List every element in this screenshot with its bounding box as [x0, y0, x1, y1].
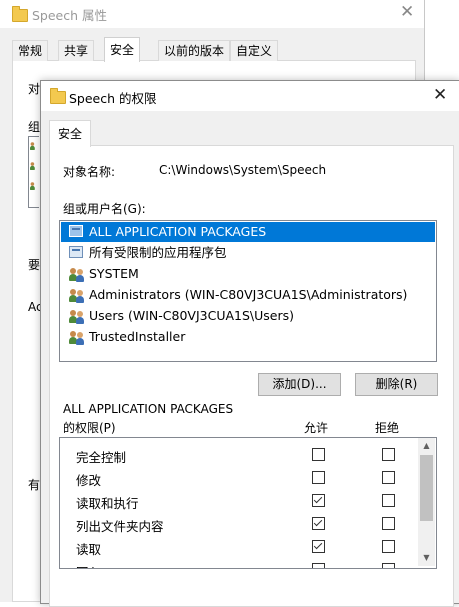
- permissions-dialog: Speech 的权限 ✕ 安全 对象名称: C:\Windows\System\…: [40, 80, 459, 607]
- permission-name: 读取和执行: [76, 496, 139, 511]
- permission-name: 修改: [76, 473, 102, 488]
- object-name-label: 对象名称:: [63, 165, 116, 179]
- permission-row-modify: 修改: [60, 466, 418, 489]
- folder-icon: [12, 6, 28, 22]
- list-item-label: TrustedInstaller: [89, 329, 186, 344]
- permission-row-list-folder: 列出文件夹内容: [60, 512, 418, 535]
- deny-checkbox[interactable]: [382, 563, 395, 568]
- deny-checkbox[interactable]: [382, 471, 395, 484]
- permission-name: 读取: [76, 542, 102, 557]
- group-list-fragment: [28, 136, 39, 208]
- tab-previous-versions[interactable]: 以前的版本: [158, 40, 231, 61]
- list-item-system[interactable]: SYSTEM: [61, 264, 435, 284]
- scroll-down-icon[interactable]: ▼: [418, 550, 435, 566]
- users-icon: [69, 266, 85, 282]
- properties-title: Speech 属性: [32, 8, 108, 23]
- list-item-trustedinstaller[interactable]: TrustedInstaller: [61, 327, 435, 347]
- deny-checkbox[interactable]: [382, 494, 395, 507]
- group-user-list[interactable]: ALL APPLICATION PACKAGES 所有受限制的应用程序包 SYS…: [59, 220, 437, 362]
- permission-name: 完全控制: [76, 450, 127, 465]
- allow-checkbox[interactable]: [312, 540, 325, 553]
- permission-name: 写入: [76, 562, 101, 568]
- allow-header: 允许: [304, 421, 329, 435]
- allow-checkbox[interactable]: [312, 471, 325, 484]
- close-icon[interactable]: ✕: [400, 2, 414, 22]
- allow-checkbox[interactable]: [312, 517, 325, 530]
- permissions-for-label: ALL APPLICATION PACKAGES: [63, 402, 234, 416]
- permissions-label: 的权限(P): [63, 421, 116, 435]
- permission-row-read-execute: 读取和执行: [60, 489, 418, 512]
- deny-checkbox[interactable]: [382, 517, 395, 530]
- permissions-scrollbar[interactable]: ▲ ▼: [418, 438, 435, 566]
- properties-titlebar: Speech 属性 ✕: [0, 0, 424, 28]
- package-icon: [69, 246, 83, 258]
- scrollbar-thumb[interactable]: [420, 455, 433, 521]
- object-name-value: C:\Windows\System\Speech: [159, 163, 327, 177]
- tab-general[interactable]: 常规: [12, 40, 49, 61]
- users-icon: [69, 287, 85, 303]
- permissions-list: 完全控制 修改 读取和执行 列出文件夹内容 读取 写入: [59, 437, 437, 569]
- deny-checkbox[interactable]: [382, 540, 395, 553]
- deny-header: 拒绝: [375, 421, 400, 435]
- scroll-up-icon[interactable]: ▲: [418, 438, 435, 454]
- permission-row-full-control: 完全控制: [60, 443, 418, 466]
- remove-button[interactable]: 删除(R): [355, 373, 438, 396]
- close-icon[interactable]: ✕: [433, 84, 447, 106]
- tab-security[interactable]: 安全: [49, 120, 92, 147]
- list-item-label: Administrators (WIN-C80VJ3CUA1S\Administ…: [89, 287, 408, 302]
- list-item-restricted-packages[interactable]: 所有受限制的应用程序包: [61, 243, 435, 263]
- allow-checkbox[interactable]: [312, 448, 325, 461]
- dialog-titlebar: Speech 的权限 ✕: [41, 81, 459, 111]
- list-item-all-application-packages[interactable]: ALL APPLICATION PACKAGES: [61, 222, 435, 242]
- advanced-label-fragment: 有: [28, 478, 41, 492]
- allow-checkbox[interactable]: [312, 494, 325, 507]
- deny-checkbox[interactable]: [382, 448, 395, 461]
- tab-customize[interactable]: 自定义: [230, 40, 279, 61]
- list-item-administrators[interactable]: Administrators (WIN-C80VJ3CUA1S\Administ…: [61, 285, 435, 305]
- users-icon: [30, 161, 40, 171]
- tab-sharing[interactable]: 共享: [58, 40, 95, 61]
- change-label-fragment: 要: [28, 258, 41, 272]
- folder-icon: [50, 88, 66, 104]
- permission-row-read: 读取: [60, 535, 418, 558]
- users-icon: [30, 181, 40, 191]
- package-icon: [69, 225, 83, 237]
- add-button[interactable]: 添加(D)...: [258, 373, 341, 396]
- list-item-label: SYSTEM: [89, 266, 139, 281]
- dialog-title: Speech 的权限: [69, 91, 157, 106]
- users-icon: [69, 308, 85, 324]
- allow-checkbox[interactable]: [312, 563, 325, 568]
- permission-name: 列出文件夹内容: [76, 519, 164, 534]
- list-item-label: Users (WIN-C80VJ3CUA1S\Users): [89, 308, 294, 323]
- tab-security[interactable]: 安全: [104, 37, 141, 62]
- group-label-fragment: 组: [28, 120, 41, 134]
- users-icon: [30, 141, 40, 151]
- users-icon: [69, 329, 85, 345]
- list-item-label: 所有受限制的应用程序包: [89, 245, 227, 260]
- list-item-users[interactable]: Users (WIN-C80VJ3CUA1S\Users): [61, 306, 435, 326]
- object-label-fragment: 对: [28, 82, 41, 96]
- group-list-label: 组或用户名(G):: [63, 202, 146, 216]
- list-item-label: ALL APPLICATION PACKAGES: [89, 224, 267, 239]
- permission-row-write: 写入: [60, 558, 418, 568]
